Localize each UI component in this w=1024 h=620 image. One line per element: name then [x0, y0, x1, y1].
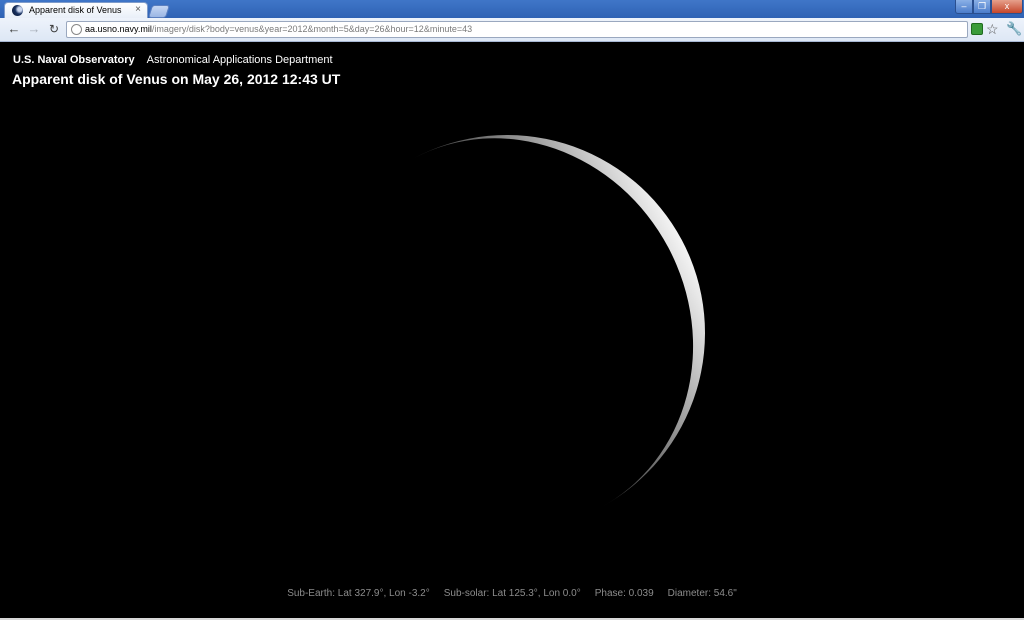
arrow-left-icon: ←: [7, 21, 21, 36]
extension-icon[interactable]: [971, 23, 983, 35]
tab-title: Apparent disk of Venus: [29, 5, 122, 15]
url-host: aa.usno.navy.mil: [85, 24, 152, 34]
reload-icon: ↻: [48, 22, 60, 36]
tab-close-icon[interactable]: ×: [135, 4, 141, 16]
url-text: aa.usno.navy.mil/imagery/disk?body=venus…: [85, 24, 472, 34]
address-bar[interactable]: aa.usno.navy.mil/imagery/disk?body=venus…: [66, 21, 968, 38]
venus-disk-image: [414, 135, 705, 508]
restore-button[interactable]: ❐: [973, 0, 991, 14]
reload-button[interactable]: ↻: [46, 21, 62, 37]
arrow-right-icon: →: [27, 21, 41, 36]
sub-earth-info: Sub-Earth: Lat 327.9°, Lon -3.2°: [287, 588, 430, 599]
bookmark-star-icon[interactable]: ☆: [986, 20, 999, 38]
title-bar: Apparent disk of Venus × – ❐ x: [0, 0, 1024, 18]
department-name: Astronomical Applications Department: [146, 54, 333, 66]
tab-venus[interactable]: Apparent disk of Venus ×: [4, 2, 148, 18]
site-info-icon[interactable]: [71, 24, 82, 35]
org-line: U.S. Naval Observatory Astronomical Appli…: [13, 54, 333, 66]
new-tab-button[interactable]: [147, 5, 171, 18]
toolbar: ← → ↻ aa.usno.navy.mil/imagery/disk?body…: [0, 18, 1024, 42]
org-name: U.S. Naval Observatory: [13, 54, 135, 66]
url-path: /imagery/disk?body=venus&year=2012&month…: [151, 24, 473, 34]
wrench-menu-icon[interactable]: 🔧: [1006, 20, 1022, 38]
venus-favicon-icon: [12, 5, 23, 16]
page-title: Apparent disk of Venus on May 26, 2012 1…: [12, 71, 341, 87]
page-content: U.S. Naval Observatory Astronomical Appli…: [0, 43, 1024, 618]
back-button[interactable]: ←: [6, 21, 22, 37]
close-window-button[interactable]: x: [991, 0, 1023, 14]
minimize-button[interactable]: –: [955, 0, 973, 14]
phase-info: Phase: 0.039: [594, 588, 654, 599]
ephemeris-info: Sub-Earth: Lat 327.9°, Lon -3.2° Sub-sola…: [0, 588, 1024, 599]
forward-button[interactable]: →: [26, 21, 42, 37]
sub-solar-info: Sub-solar: Lat 125.3°, Lon 0.0°: [443, 588, 581, 599]
browser-window: Apparent disk of Venus × – ❐ x ← → ↻ aa.…: [0, 0, 1024, 620]
venus-crescent: [414, 135, 705, 508]
diameter-info: Diameter: 54.6": [667, 588, 737, 599]
